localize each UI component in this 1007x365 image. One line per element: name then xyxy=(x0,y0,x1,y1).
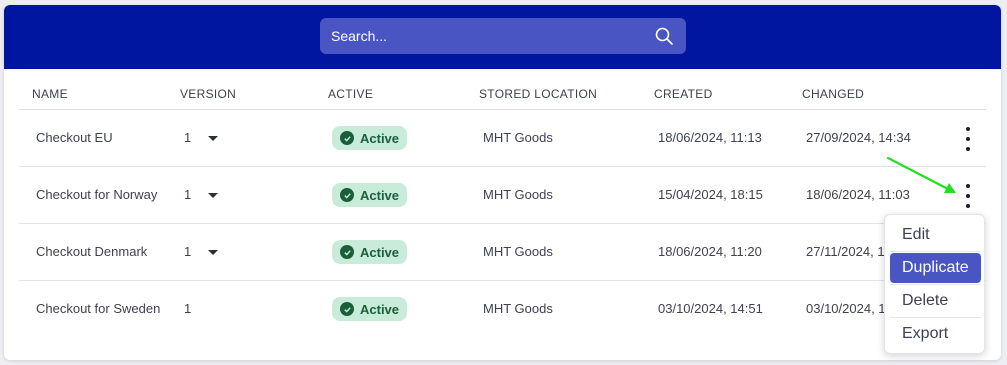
menu-divider xyxy=(890,251,981,252)
column-header-changed[interactable]: CHANGED xyxy=(802,87,864,101)
column-header-stored-location[interactable]: STORED LOCATION xyxy=(479,87,597,101)
column-header-version[interactable]: VERSION xyxy=(180,87,236,101)
row-version: 1 xyxy=(184,187,192,202)
menu-divider xyxy=(890,284,981,285)
row-changed: 27/11/2024, 1 xyxy=(806,244,885,259)
status-label: Active xyxy=(360,244,400,260)
status-label: Active xyxy=(360,301,400,317)
row-created: 18/06/2024, 11:20 xyxy=(658,244,762,259)
status-badge: Active xyxy=(332,183,408,207)
check-circle-icon xyxy=(340,131,354,145)
row-context-menu: Edit Duplicate Delete Export xyxy=(884,214,985,354)
search-icon[interactable] xyxy=(654,26,674,46)
column-header-active[interactable]: ACTIVE xyxy=(328,87,373,101)
table-row[interactable]: Checkout Denmark 1 Active MHT Goods 18/0… xyxy=(19,224,986,281)
row-name: Checkout for Sweden xyxy=(36,301,161,316)
menu-item-export[interactable]: Export xyxy=(890,319,981,349)
row-location: MHT Goods xyxy=(483,244,553,259)
table-row[interactable]: Checkout EU 1 Active MHT Goods 18/06/202… xyxy=(19,110,986,167)
row-created: 03/10/2024, 14:51 xyxy=(658,301,763,316)
check-circle-icon xyxy=(340,245,354,259)
row-changed: 18/06/2024, 11:03 xyxy=(806,187,910,202)
search-input[interactable]: Search... xyxy=(320,18,686,54)
row-created: 15/04/2024, 18:15 xyxy=(658,187,763,202)
table-row[interactable]: Checkout for Sweden 1 Active MHT Goods 0… xyxy=(19,281,986,338)
row-location: MHT Goods xyxy=(483,301,553,316)
search-placeholder: Search... xyxy=(331,28,388,44)
table-header: NAME VERSION ACTIVE STORED LOCATION CREA… xyxy=(4,69,1001,114)
menu-item-edit[interactable]: Edit xyxy=(890,220,981,250)
column-header-created[interactable]: CREATED xyxy=(654,87,713,101)
check-circle-icon xyxy=(340,188,354,202)
table-row[interactable]: Checkout for Norway 1 Active MHT Goods 1… xyxy=(19,167,986,224)
menu-divider xyxy=(890,317,981,318)
status-label: Active xyxy=(360,130,400,146)
more-vertical-icon[interactable] xyxy=(960,184,976,208)
row-name: Checkout EU xyxy=(36,130,113,145)
row-version: 1 xyxy=(184,244,192,259)
row-name: Checkout Denmark xyxy=(36,244,148,259)
top-bar: Search... xyxy=(4,5,1001,69)
status-badge: Active xyxy=(332,297,408,321)
status-badge: Active xyxy=(332,240,408,264)
menu-item-duplicate[interactable]: Duplicate xyxy=(890,253,981,283)
status-badge: Active xyxy=(332,126,408,150)
row-location: MHT Goods xyxy=(483,130,553,145)
row-version: 1 xyxy=(184,130,192,145)
check-circle-icon xyxy=(340,302,354,316)
row-created: 18/06/2024, 11:13 xyxy=(658,130,762,145)
row-version: 1 xyxy=(184,301,192,316)
column-header-name[interactable]: NAME xyxy=(32,87,68,101)
checkout-list-card: Search... NAME VERSION ACTIVE STORED LOC… xyxy=(4,5,1001,360)
status-label: Active xyxy=(360,187,400,203)
menu-item-delete[interactable]: Delete xyxy=(890,286,981,316)
row-changed: 27/09/2024, 14:34 xyxy=(806,130,911,145)
caret-down-icon[interactable] xyxy=(208,193,218,198)
caret-down-icon[interactable] xyxy=(208,136,218,141)
row-changed: 03/10/2024, 1 xyxy=(806,301,886,316)
caret-down-icon[interactable] xyxy=(208,250,218,255)
more-vertical-icon[interactable] xyxy=(960,127,976,151)
row-name: Checkout for Norway xyxy=(36,187,158,202)
row-location: MHT Goods xyxy=(483,187,553,202)
